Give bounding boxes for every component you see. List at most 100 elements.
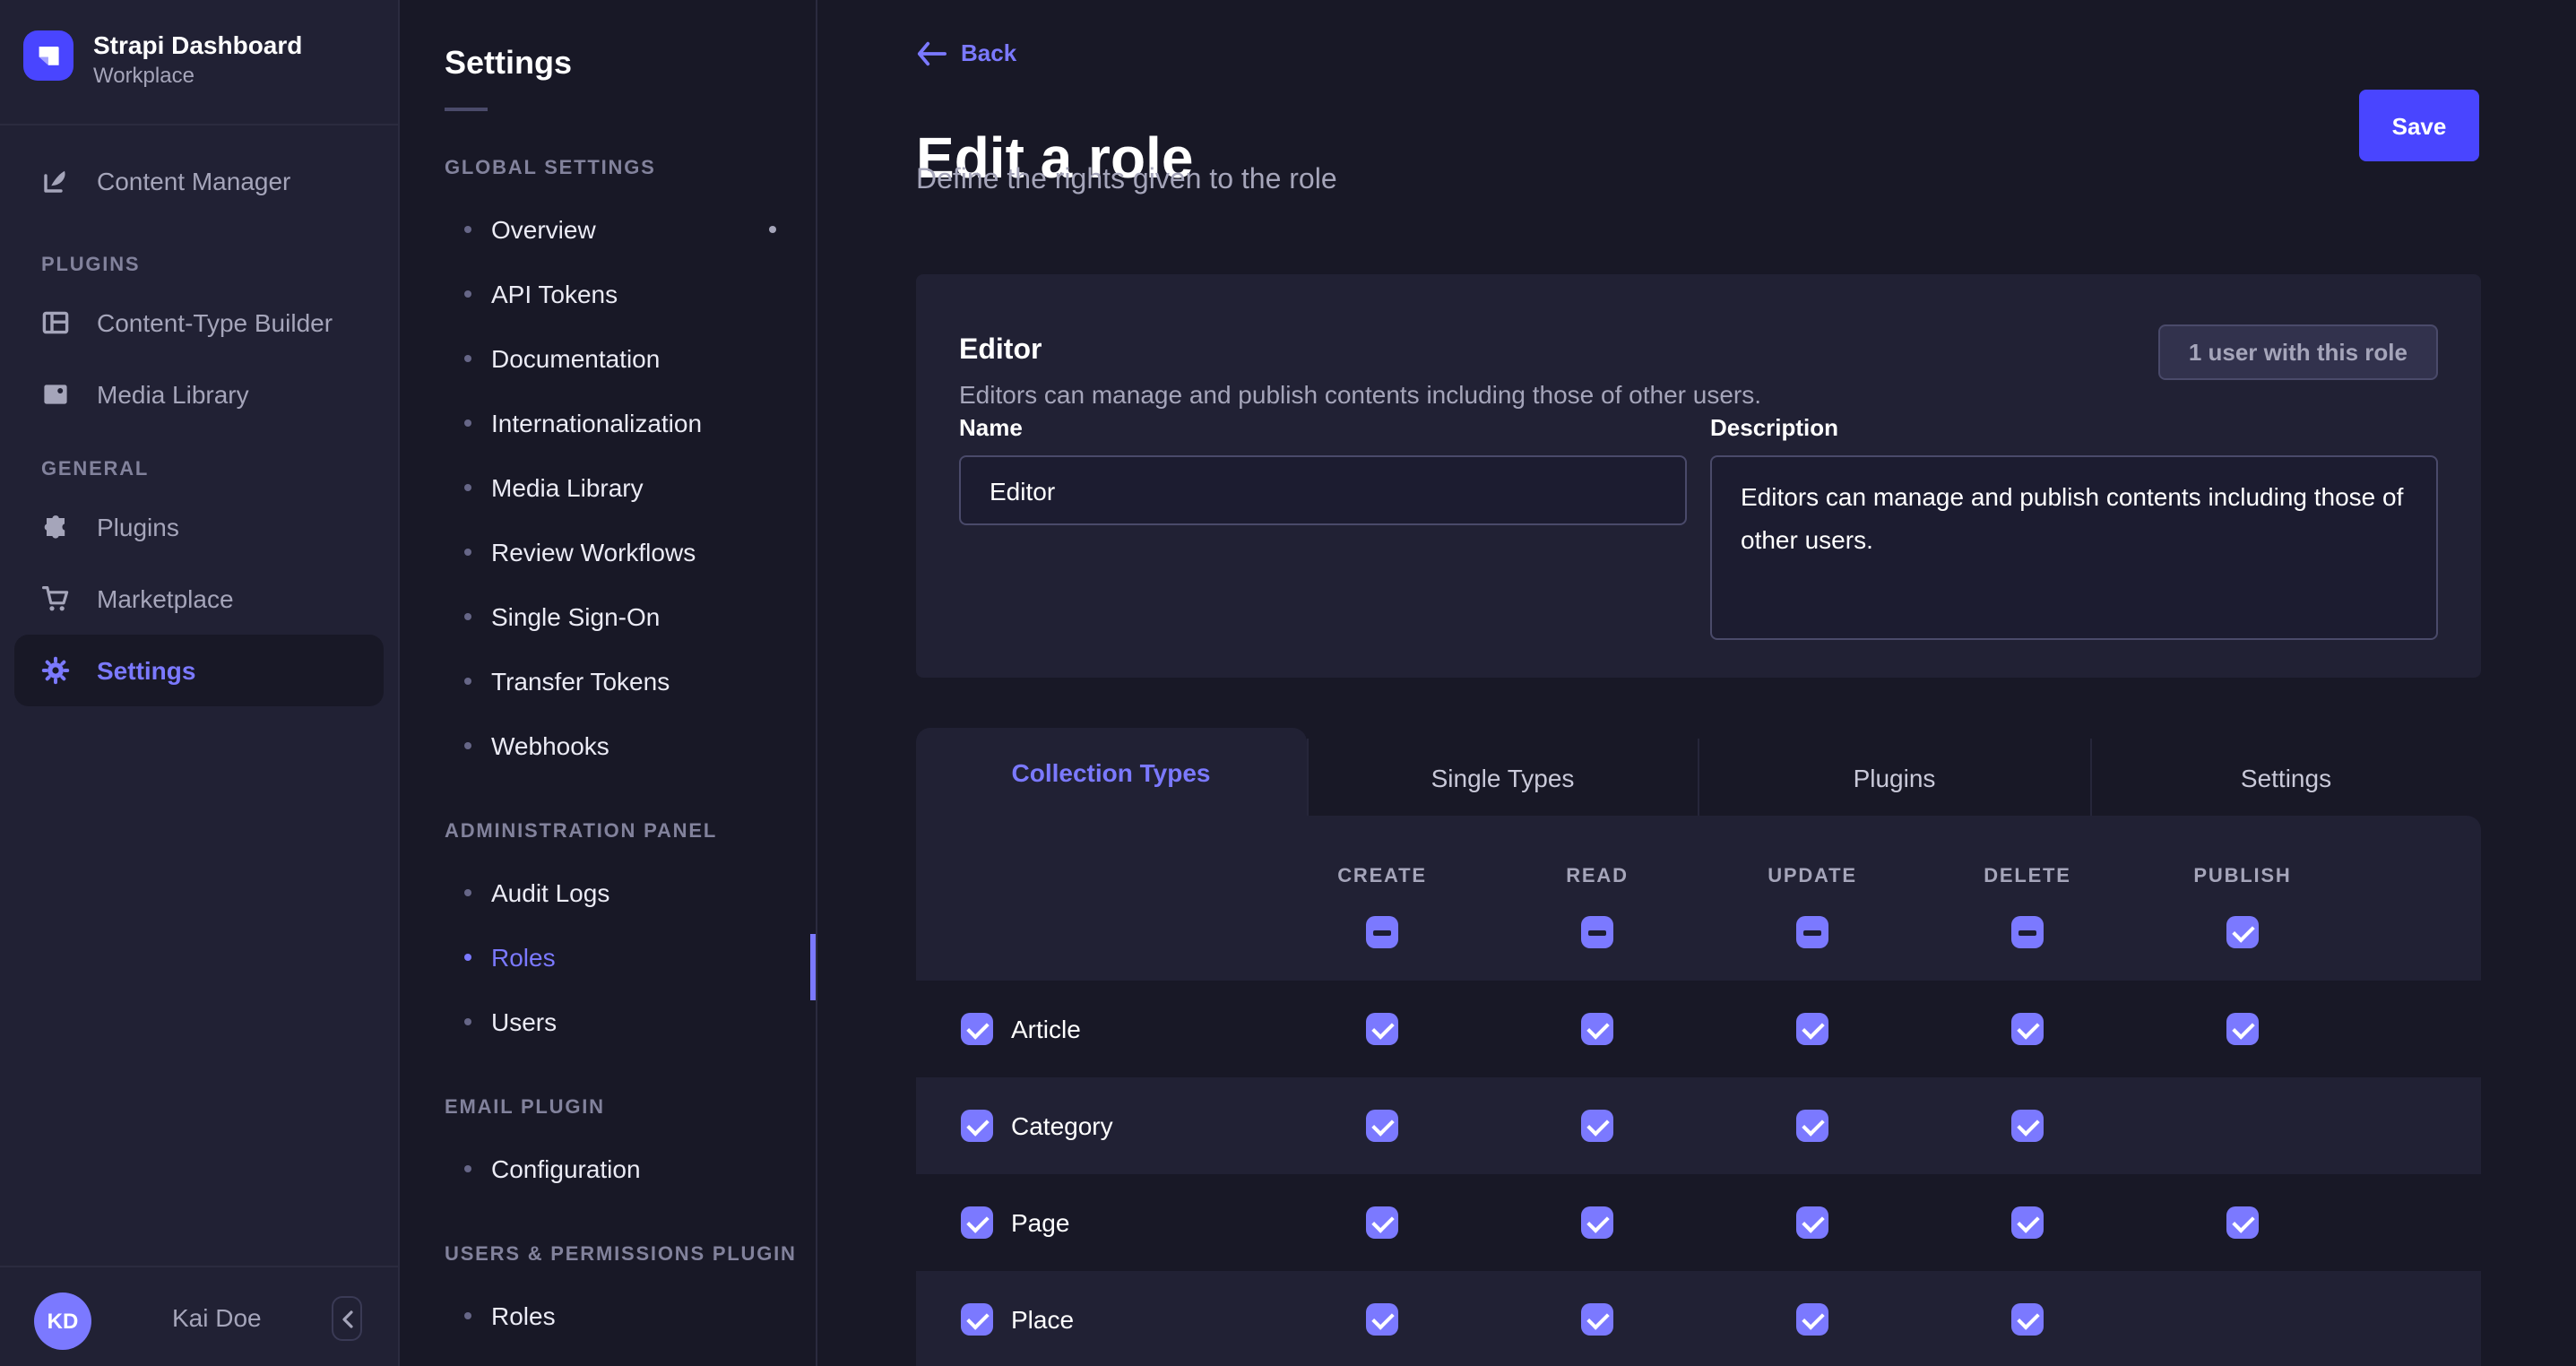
user-name[interactable]: Kai Doe <box>172 1267 262 1366</box>
subnav-item-media-library[interactable]: Media Library <box>400 455 816 520</box>
subnav-item-internationalization[interactable]: Internationalization <box>400 391 816 455</box>
save-button[interactable]: Save <box>2359 90 2479 161</box>
column-update-checkbox-indeterminate[interactable] <box>1796 916 1828 948</box>
row-label-cell: Article <box>916 1013 1275 1045</box>
permission-cell <box>1920 1110 2135 1142</box>
sidebar-item-label: Content-Type Builder <box>97 308 333 337</box>
user-avatar[interactable]: KD <box>34 1293 91 1350</box>
app-root: Strapi Dashboard Workplace Content Manag… <box>0 0 2576 1366</box>
sidebar-item-settings[interactable]: Settings <box>14 635 384 706</box>
pen-square-icon <box>41 167 70 195</box>
subnav-item-roles[interactable]: Roles <box>400 1284 816 1348</box>
perm-place-update-checkbox-checked[interactable] <box>1796 1303 1828 1336</box>
subnav-item-roles[interactable]: Roles <box>400 925 816 990</box>
column-create-checkbox-indeterminate[interactable] <box>1366 916 1398 948</box>
sidebar-item-plugins[interactable]: Plugins <box>14 491 384 563</box>
perm-article-publish-checkbox-checked[interactable] <box>2226 1013 2259 1045</box>
name-field-label: Name <box>959 414 1687 441</box>
permission-cell <box>1490 1013 1705 1045</box>
perm-page-delete-checkbox-checked[interactable] <box>2011 1206 2044 1239</box>
perm-page-create-checkbox-checked[interactable] <box>1366 1206 1398 1239</box>
perm-article-read-checkbox-checked[interactable] <box>1581 1013 1613 1045</box>
sidebar-item-content-manager[interactable]: Content Manager <box>14 151 384 212</box>
arrow-left-icon <box>916 40 947 65</box>
row-label-cell: Category <box>916 1110 1275 1142</box>
workspace-switcher[interactable]: Strapi Dashboard Workplace <box>0 0 398 88</box>
collapse-sidebar-button[interactable] <box>332 1296 362 1341</box>
description-textarea[interactable]: Editors can manage and publish contents … <box>1710 455 2438 640</box>
perm-place-read-checkbox-checked[interactable] <box>1581 1303 1613 1336</box>
tab-settings[interactable]: Settings <box>2089 739 2481 816</box>
bullet-icon <box>464 678 471 685</box>
tab-single-types[interactable]: Single Types <box>1306 739 1698 816</box>
sidebar-item-media-library[interactable]: Media Library <box>14 359 384 430</box>
sidebar-item-marketplace[interactable]: Marketplace <box>14 563 384 635</box>
subnav-item-review-workflows[interactable]: Review Workflows <box>400 520 816 584</box>
permission-cell <box>1275 1303 1490 1336</box>
sidebar-user-area: KD Kai Doe <box>0 1266 398 1366</box>
subnav-item-configuration[interactable]: Configuration <box>400 1137 816 1201</box>
perm-page-publish-checkbox-checked[interactable] <box>2226 1206 2259 1239</box>
description-field-group: Description Editors can manage and publi… <box>1710 414 2438 649</box>
subnav-item-label: Audit Logs <box>491 878 609 907</box>
column-delete-checkbox-indeterminate[interactable] <box>2011 916 2044 948</box>
subnav-item-documentation[interactable]: Documentation <box>400 326 816 391</box>
subnav-item-label: API Tokens <box>491 280 618 308</box>
subnav-item-webhooks[interactable]: Webhooks <box>400 713 816 778</box>
subnav-section-email-plugin: EMAIL PLUGIN <box>445 1097 816 1119</box>
sidebar-item-label: Content Manager <box>97 167 290 195</box>
description-field-label: Description <box>1710 414 2438 441</box>
subnav-item-api-tokens[interactable]: API Tokens <box>400 262 816 326</box>
subnav-section-global-settings: GLOBAL SETTINGS <box>445 158 816 179</box>
sidebar-item-label: Plugins <box>97 513 179 541</box>
perm-article-update-checkbox-checked[interactable] <box>1796 1013 1828 1045</box>
permission-header-spacer <box>916 816 1275 887</box>
users-with-role-button[interactable]: 1 user with this role <box>2158 324 2438 380</box>
perm-article-create-checkbox-checked[interactable] <box>1366 1013 1398 1045</box>
subnav-item-label: Single Sign-On <box>491 602 660 631</box>
perm-category-delete-checkbox-checked[interactable] <box>2011 1110 2044 1142</box>
column-publish-checkbox-checked[interactable] <box>2226 916 2259 948</box>
subnav-item-audit-logs[interactable]: Audit Logs <box>400 860 816 925</box>
permission-cell <box>1920 1206 2135 1239</box>
subnav-item-overview[interactable]: Overview <box>400 197 816 262</box>
subnav-item-users[interactable]: Users <box>400 990 816 1054</box>
bullet-icon <box>464 1165 471 1172</box>
column-toggle-cell <box>2135 916 2350 948</box>
column-label-publish: PUBLISH <box>2135 816 2350 887</box>
perm-category-create-checkbox-checked[interactable] <box>1366 1110 1398 1142</box>
perm-place-create-checkbox-checked[interactable] <box>1366 1303 1398 1336</box>
sidebar-item-label: Settings <box>97 656 195 685</box>
puzzle-icon <box>41 513 70 541</box>
row-article-checkbox-checked[interactable] <box>961 1013 993 1045</box>
column-read-checkbox-indeterminate[interactable] <box>1581 916 1613 948</box>
row-place-checkbox-checked[interactable] <box>961 1303 993 1336</box>
sidebar-item-content-type-builder[interactable]: Content-Type Builder <box>14 287 384 359</box>
perm-place-delete-checkbox-checked[interactable] <box>2011 1303 2044 1336</box>
perm-page-update-checkbox-checked[interactable] <box>1796 1206 1828 1239</box>
bullet-icon <box>464 613 471 620</box>
permission-row-category: Category <box>916 1077 2481 1174</box>
back-link[interactable]: Back <box>916 39 1016 66</box>
tab-plugins[interactable]: Plugins <box>1698 739 2089 816</box>
column-toggle-cell <box>1275 916 1490 948</box>
bullet-icon <box>464 355 471 362</box>
tab-collection-types[interactable]: Collection Types <box>916 728 1306 816</box>
image-icon <box>41 380 70 409</box>
row-page-checkbox-checked[interactable] <box>961 1206 993 1239</box>
layout-grid-icon <box>41 308 70 337</box>
name-field-group: Name <box>959 414 1687 649</box>
bullet-icon <box>464 290 471 298</box>
perm-article-delete-checkbox-checked[interactable] <box>2011 1013 2044 1045</box>
row-category-checkbox-checked[interactable] <box>961 1110 993 1142</box>
subnav-item-single-sign-on[interactable]: Single Sign-On <box>400 584 816 649</box>
permission-cell <box>1275 1206 1490 1239</box>
bullet-icon <box>464 742 471 749</box>
perm-category-read-checkbox-checked[interactable] <box>1581 1110 1613 1142</box>
perm-category-update-checkbox-checked[interactable] <box>1796 1110 1828 1142</box>
permission-cell <box>1275 1110 1490 1142</box>
perm-page-read-checkbox-checked[interactable] <box>1581 1206 1613 1239</box>
name-input[interactable] <box>959 455 1687 525</box>
subnav-item-transfer-tokens[interactable]: Transfer Tokens <box>400 649 816 713</box>
main-sidebar: Strapi Dashboard Workplace Content Manag… <box>0 0 400 1366</box>
